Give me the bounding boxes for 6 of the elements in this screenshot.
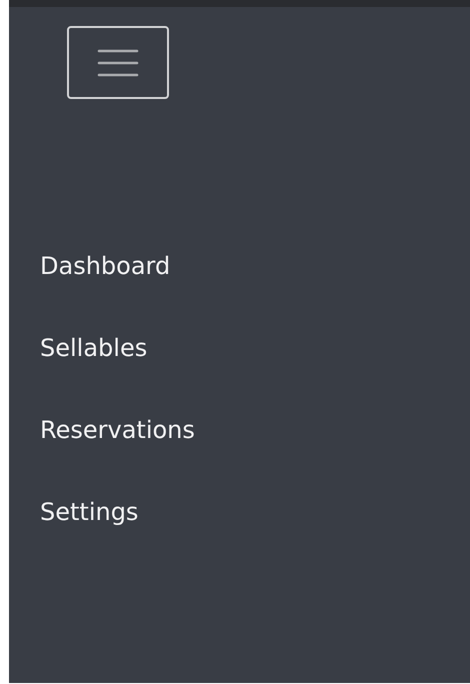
menu-toggle-button[interactable] [67, 26, 169, 99]
menu-item[interactable]: Reservations [40, 414, 195, 446]
menu-icon [97, 48, 139, 78]
menu-item[interactable]: Sellables [40, 332, 148, 364]
menu-item[interactable]: Dashboard [40, 250, 170, 282]
menu-item[interactable]: Settings [40, 496, 138, 528]
